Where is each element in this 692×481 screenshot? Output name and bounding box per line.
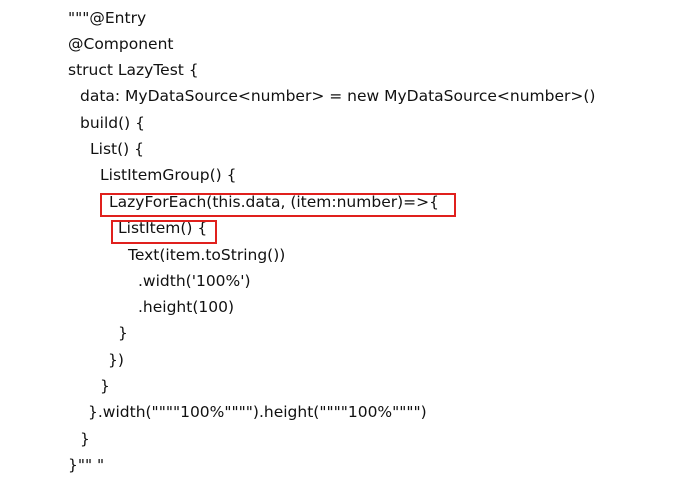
code-line-16: }.width(""""100%"""").height(""""100%"""… xyxy=(88,403,427,421)
highlight-box-listitem xyxy=(111,220,217,244)
code-line-4: data: MyDataSource<number> = new MyDataS… xyxy=(80,87,596,105)
code-line-6: List() { xyxy=(90,140,144,158)
highlight-box-lazyforeach xyxy=(100,193,456,217)
code-line-14: }) xyxy=(108,351,124,369)
code-line-15: } xyxy=(100,377,110,395)
code-line-5: build() { xyxy=(80,114,145,132)
code-line-7: ListItemGroup() { xyxy=(100,166,237,184)
code-snippet: """@Entry @Component struct LazyTest { d… xyxy=(0,0,692,481)
code-line-3: struct LazyTest { xyxy=(68,61,199,79)
code-line-1: """@Entry xyxy=(68,9,147,27)
code-line-10: Text(item.toString()) xyxy=(128,246,286,264)
code-line-13: } xyxy=(118,324,128,342)
code-line-12: .height(100) xyxy=(138,298,235,316)
code-line-17: } xyxy=(80,430,90,448)
code-line-11: .width('100%') xyxy=(138,272,251,290)
code-line-18: }"" " xyxy=(68,456,105,474)
code-line-2: @Component xyxy=(68,35,174,53)
